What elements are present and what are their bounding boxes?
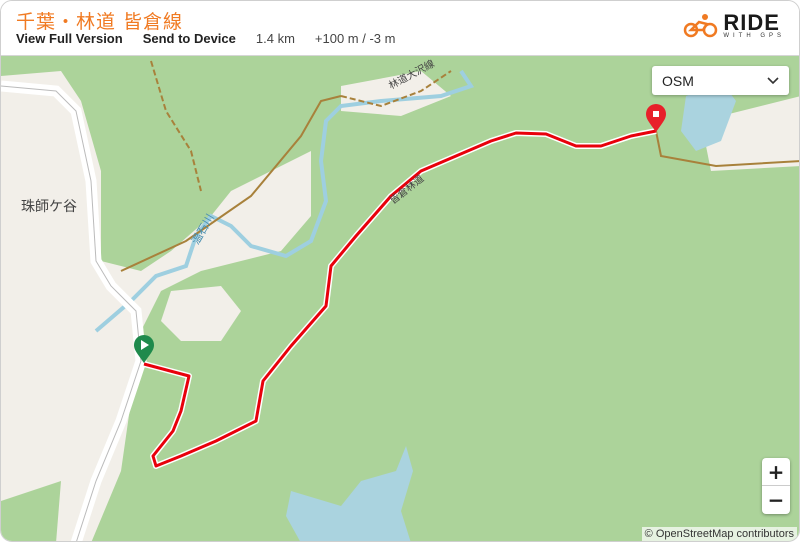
- map-attribution[interactable]: © OpenStreetMap contributors: [641, 527, 797, 541]
- view-full-version-link[interactable]: View Full Version: [16, 31, 123, 46]
- map-canvas: [1, 60, 799, 541]
- header: 千葉・林道 皆倉線 View Full Version Send to Devi…: [1, 1, 799, 56]
- chevron-down-icon: [767, 76, 779, 84]
- zoom-control: + −: [762, 458, 790, 514]
- track: [150, 60, 202, 192]
- cleared-area: [1, 71, 311, 541]
- route-widget: 千葉・林道 皆倉線 View Full Version Send to Devi…: [0, 0, 800, 542]
- logo-subtext: WITH GPS: [723, 33, 785, 39]
- end-marker[interactable]: [646, 104, 666, 132]
- zoom-in-button[interactable]: +: [762, 458, 790, 486]
- cyclist-icon: [684, 14, 718, 38]
- map[interactable]: 珠師ケ谷 林道大沢線 皆倉林道 温石川 + − © OpenStreetMap …: [1, 56, 799, 541]
- place-label: 珠師ケ谷: [21, 199, 77, 215]
- distance-stat: 1.4 km: [255, 31, 295, 46]
- elevation-stat: +100 m / -3 m: [314, 31, 396, 46]
- logo-text: RIDE: [723, 10, 780, 35]
- stop-icon: [653, 111, 659, 117]
- zoom-out-button[interactable]: −: [762, 486, 790, 514]
- map-layer-select[interactable]: OSM: [652, 66, 789, 95]
- cleared-area: [161, 286, 241, 341]
- route-meta: View Full Version Send to Device 1.4 km …: [16, 31, 415, 46]
- send-to-device-link[interactable]: Send to Device: [143, 31, 236, 46]
- map-layer-value: OSM: [662, 72, 694, 89]
- route-title: 千葉・林道 皆倉線: [16, 11, 184, 33]
- reservoir: [286, 446, 413, 541]
- ridewithgps-logo[interactable]: RIDE WITH GPS: [683, 10, 785, 39]
